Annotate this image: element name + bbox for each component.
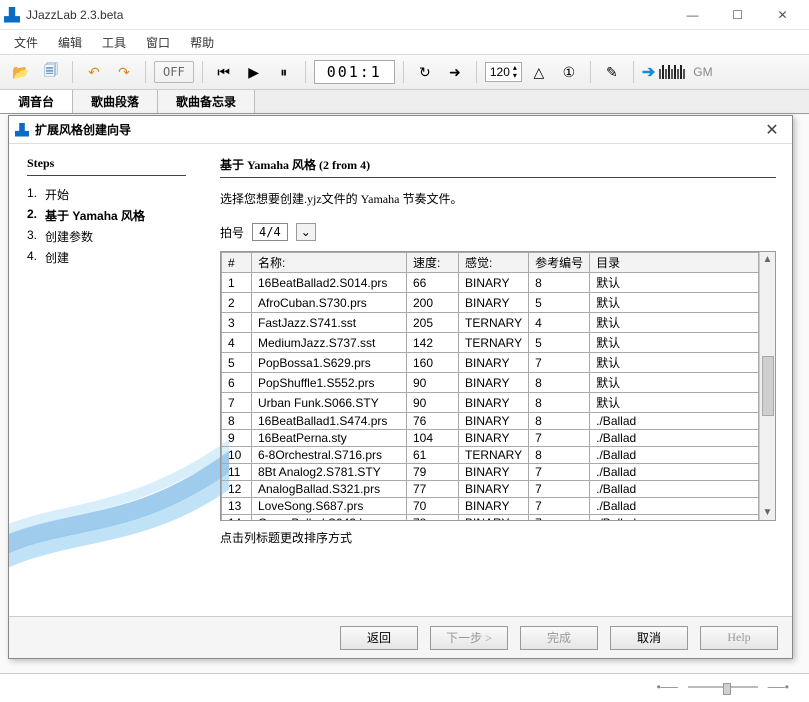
- table-scrollbar[interactable]: ▲ ▼: [759, 252, 775, 520]
- scroll-down-icon[interactable]: ▼: [763, 507, 773, 518]
- styles-table[interactable]: # 名称: 速度: 感觉: 参考编号 目录 116BeatBallad2.S01…: [221, 252, 759, 520]
- keyboard-icon[interactable]: [659, 65, 685, 79]
- table-row[interactable]: 816BeatBallad1.S474.prs76BINARY8./Ballad: [222, 413, 759, 430]
- zoom-in-icon[interactable]: ──•: [768, 680, 789, 694]
- close-button[interactable]: ✕: [760, 0, 805, 30]
- steps-list: 1.开始2.基于 Yamaha 风格3.创建参数4.创建: [27, 184, 186, 268]
- window-title: JJazzLab 2.3.beta: [26, 8, 670, 22]
- timesig-dropdown-icon[interactable]: ⌄: [296, 223, 316, 241]
- toolbar: 📂 🗐 ↶ ↷ OFF ⏮ ▶ ⏸ 001:1 ↻ ➜ 120▴▾ △ ① ✎ …: [0, 54, 809, 90]
- table-row[interactable]: 5PopBossa1.S629.prs160BINARY7默认: [222, 353, 759, 373]
- zoom-slider[interactable]: [688, 686, 758, 688]
- menu-tools[interactable]: 工具: [94, 32, 134, 53]
- table-row[interactable]: 7Urban Funk.S066.STY90BINARY8默认: [222, 393, 759, 413]
- content-heading: 基于 Yamaha 风格 (2 from 4): [220, 156, 776, 173]
- pause-icon[interactable]: ⏸: [271, 59, 297, 85]
- table-row[interactable]: 116BeatBallad2.S014.prs66BINARY8默认: [222, 273, 759, 293]
- steps-heading: Steps: [27, 156, 186, 171]
- wizard-step[interactable]: 1.开始: [27, 184, 186, 205]
- timesig-value[interactable]: 4/4: [252, 223, 288, 241]
- tab-mixer[interactable]: 调音台: [0, 90, 73, 113]
- col-name[interactable]: 名称:: [252, 253, 407, 273]
- table-row[interactable]: 12AnalogBallad.S321.prs77BINARY7./Ballad: [222, 481, 759, 498]
- loop-icon[interactable]: ↻: [412, 59, 438, 85]
- wizard-sidebar: Steps 1.开始2.基于 Yamaha 风格3.创建参数4.创建: [9, 144, 204, 616]
- timesig-label: 拍号: [220, 224, 244, 241]
- save-icon[interactable]: 🗐: [38, 59, 64, 85]
- menu-edit[interactable]: 编辑: [50, 32, 90, 53]
- menu-window[interactable]: 窗口: [138, 32, 178, 53]
- scroll-up-icon[interactable]: ▲: [763, 254, 773, 265]
- redo-icon[interactable]: ↷: [111, 59, 137, 85]
- menu-help[interactable]: 帮助: [182, 32, 222, 53]
- scroll-thumb[interactable]: [762, 356, 774, 416]
- statusbar: •── ──•: [0, 674, 809, 700]
- finish-button[interactable]: 完成: [520, 626, 598, 650]
- dialog-title: 扩展风格创建向导: [35, 121, 758, 138]
- styles-table-container: # 名称: 速度: 感觉: 参考编号 目录 116BeatBallad2.S01…: [220, 251, 776, 521]
- edit-icon[interactable]: ✎: [599, 59, 625, 85]
- tab-songparts[interactable]: 歌曲段落: [73, 90, 158, 113]
- wizard-dialog: 扩展风格创建向导 ✕ Steps 1.开始2.基于 Yamaha 风格3.创建参…: [8, 115, 793, 659]
- decorative-swoosh: [9, 406, 229, 586]
- help-button[interactable]: Help: [700, 626, 778, 650]
- table-header-row[interactable]: # 名称: 速度: 感觉: 参考编号 目录: [222, 253, 759, 273]
- zoom-out-icon[interactable]: •──: [657, 680, 678, 694]
- wizard-step[interactable]: 2.基于 Yamaha 风格: [27, 205, 186, 226]
- countin-icon[interactable]: ①: [556, 59, 582, 85]
- col-tempo[interactable]: 速度:: [407, 253, 459, 273]
- wizard-content: 基于 Yamaha 风格 (2 from 4) 选择您想要创建.yjz文件的 Y…: [204, 144, 792, 616]
- table-row[interactable]: 3FastJazz.S741.sst205TERNARY4默认: [222, 313, 759, 333]
- off-button[interactable]: OFF: [154, 61, 194, 83]
- titlebar: JJazzLab 2.3.beta ― ☐ ✕: [0, 0, 809, 30]
- table-row[interactable]: 4MediumJazz.S737.sst142TERNARY5默认: [222, 333, 759, 353]
- col-index[interactable]: #: [222, 253, 252, 273]
- undo-icon[interactable]: ↶: [81, 59, 107, 85]
- midi-out-arrow-icon: ➔: [642, 62, 655, 82]
- col-dir[interactable]: 目录: [590, 253, 759, 273]
- menubar: 文件 编辑 工具 窗口 帮助: [0, 30, 809, 54]
- dialog-close-icon[interactable]: ✕: [758, 120, 786, 140]
- tab-memo[interactable]: 歌曲备忘录: [158, 90, 255, 113]
- gm-label: GM: [693, 65, 712, 79]
- table-row[interactable]: 916BeatPerna.sty104BINARY7./Ballad: [222, 430, 759, 447]
- wizard-step[interactable]: 3.创建参数: [27, 226, 186, 247]
- open-icon[interactable]: 📂: [8, 59, 34, 85]
- table-row[interactable]: 6PopShuffle1.S552.prs90BINARY8默认: [222, 373, 759, 393]
- col-ref[interactable]: 参考编号: [529, 253, 590, 273]
- wizard-step[interactable]: 4.创建: [27, 247, 186, 268]
- tempo-field[interactable]: 120▴▾: [485, 62, 522, 82]
- minimize-button[interactable]: ―: [670, 0, 715, 30]
- dialog-buttons: 返回 下一步 > 完成 取消 Help: [9, 616, 792, 658]
- rewind-icon[interactable]: ⏮: [211, 59, 237, 85]
- table-row[interactable]: 118Bt Analog2.S781.STY79BINARY7./Ballad: [222, 464, 759, 481]
- table-row[interactable]: 106-8Orchestral.S716.prs61TERNARY8./Ball…: [222, 447, 759, 464]
- table-row[interactable]: 14OrganBallad.S043.bcs78BINARY7./Ballad: [222, 515, 759, 521]
- dialog-icon: [15, 123, 29, 137]
- back-button[interactable]: 返回: [340, 626, 418, 650]
- maximize-button[interactable]: ☐: [715, 0, 760, 30]
- editor-tabs: 调音台 歌曲段落 歌曲备忘录: [0, 90, 809, 114]
- forward-icon[interactable]: ➜: [442, 59, 468, 85]
- metronome-icon[interactable]: △: [526, 59, 552, 85]
- dialog-titlebar: 扩展风格创建向导 ✕: [9, 116, 792, 144]
- content-description: 选择您想要创建.yjz文件的 Yamaha 节奏文件。: [220, 190, 776, 207]
- table-row[interactable]: 13LoveSong.S687.prs70BINARY7./Ballad: [222, 498, 759, 515]
- menu-file[interactable]: 文件: [6, 32, 46, 53]
- col-feel[interactable]: 感觉:: [459, 253, 529, 273]
- cancel-button[interactable]: 取消: [610, 626, 688, 650]
- table-row[interactable]: 2AfroCuban.S730.prs200BINARY5默认: [222, 293, 759, 313]
- sort-hint: 点击列标题更改排序方式: [220, 529, 776, 546]
- song-position: 001:1: [314, 60, 395, 84]
- app-icon: [4, 7, 20, 23]
- play-icon[interactable]: ▶: [241, 59, 267, 85]
- next-button[interactable]: 下一步 >: [430, 626, 508, 650]
